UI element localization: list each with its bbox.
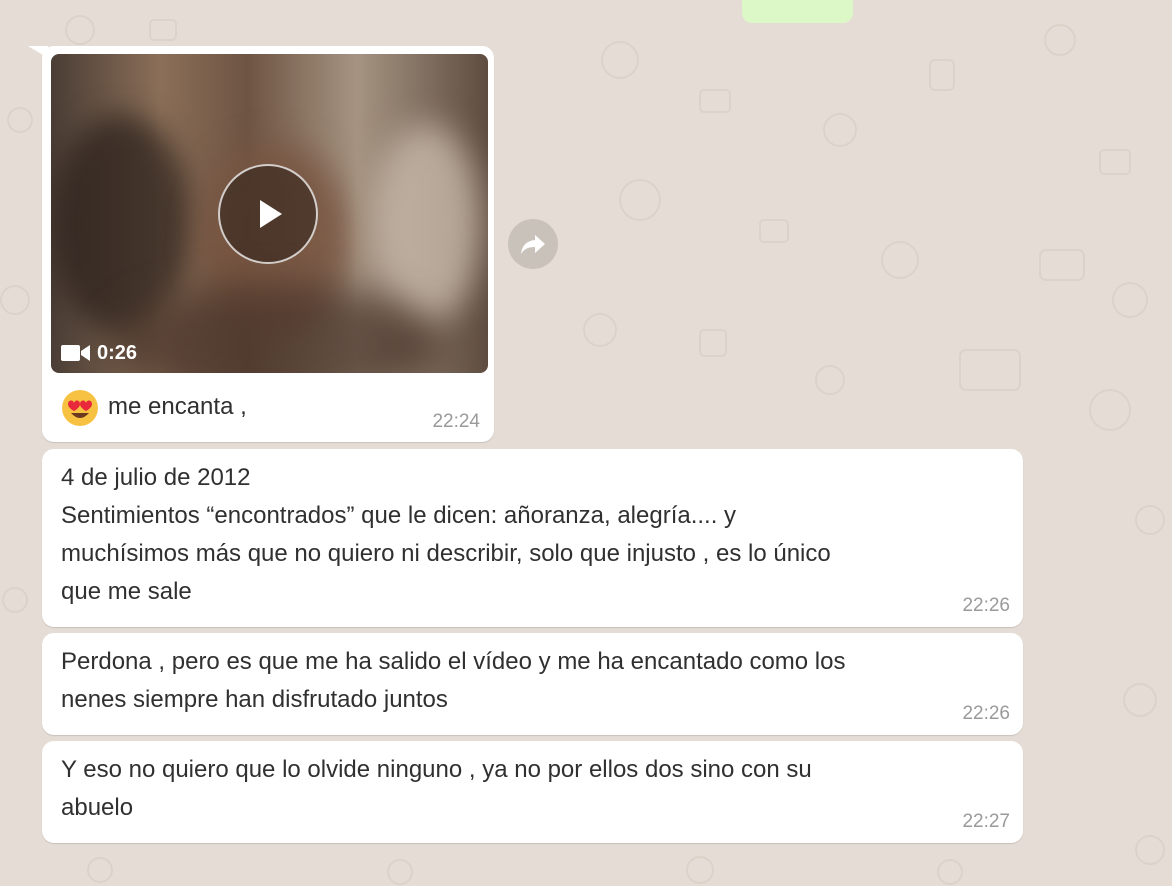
message-time: 22:26 — [962, 595, 1010, 616]
outgoing-message-bubble[interactable] — [742, 0, 853, 23]
message-text: 4 de julio de 2012 Sentimientos “encontr… — [61, 464, 831, 605]
forward-icon — [521, 235, 545, 254]
video-camera-icon — [61, 345, 90, 361]
video-duration: 0:26 — [61, 340, 137, 366]
message-text: Y eso no quiero que lo olvide ninguno , … — [61, 756, 812, 821]
message-time: 22:26 — [962, 703, 1010, 724]
heart-eyes-emoji-icon — [62, 390, 98, 426]
play-button[interactable] — [218, 164, 318, 264]
message-time: 22:27 — [962, 811, 1010, 832]
play-icon — [260, 200, 282, 228]
message-time: 22:24 — [432, 411, 480, 432]
video-duration-label: 0:26 — [97, 341, 138, 364]
message-text: Perdona , pero es que me ha salido el ví… — [61, 648, 846, 713]
thumbnail-figure — [371, 124, 481, 324]
video-caption: me encanta , — [108, 393, 247, 420]
forward-button[interactable] — [508, 219, 558, 269]
